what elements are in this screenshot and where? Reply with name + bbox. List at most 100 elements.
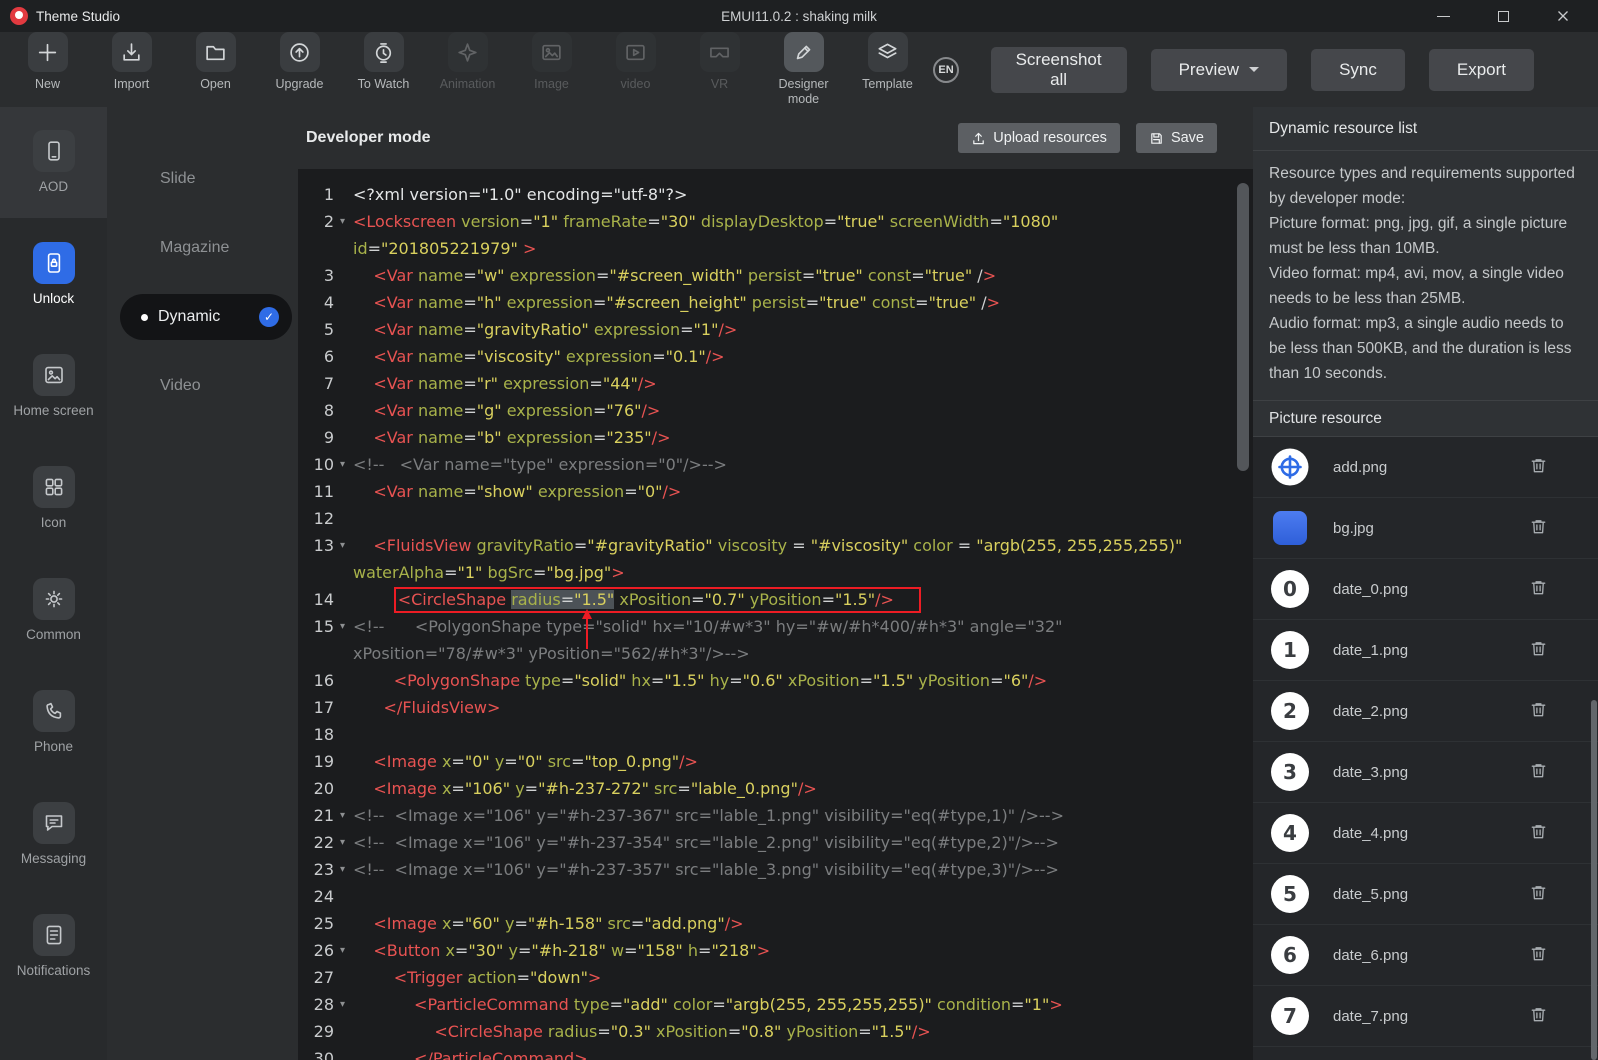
resource-item[interactable]: 5date_5.png <box>1253 864 1598 925</box>
code-line-13[interactable]: 13▾ <FluidsView gravityRatio="#gravityRa… <box>298 532 1253 586</box>
code-line-17[interactable]: 17 </FluidsView> <box>298 694 1253 721</box>
save-button[interactable]: Save <box>1136 123 1217 153</box>
toolbar-item-designer[interactable]: Designer mode <box>770 32 837 107</box>
resource-scrollbar[interactable] <box>1591 107 1597 1060</box>
digit-thumbnail: 1 <box>1271 631 1309 669</box>
sidebar-item-messaging[interactable]: Messaging <box>0 778 107 890</box>
delete-resource-button[interactable] <box>1527 881 1550 907</box>
code-line-2[interactable]: 2▾<Lockscreen version="1" frameRate="30"… <box>298 208 1253 262</box>
toolbar-item-import[interactable]: Import <box>98 32 165 107</box>
resource-item[interactable]: 7date_7.png <box>1253 986 1598 1047</box>
preview-button[interactable]: Preview <box>1151 49 1287 91</box>
resource-item[interactable]: 3date_3.png <box>1253 742 1598 803</box>
code-line-19[interactable]: 19 <Image x="0" y="0" src="top_0.png"/> <box>298 748 1253 775</box>
code-line-3[interactable]: 3 <Var name="w" expression="#screen_widt… <box>298 262 1253 289</box>
code-fold-icon[interactable]: ▾ <box>334 208 351 235</box>
code-line-23[interactable]: 23▾<!-- <Image x="106" y="#h-237-357" sr… <box>298 856 1253 883</box>
code-line-12[interactable]: 12 <box>298 505 1253 532</box>
code-fold-icon[interactable]: ▾ <box>334 937 351 964</box>
toolbar-item-open[interactable]: Open <box>182 32 249 107</box>
code-fold-icon[interactable]: ▾ <box>334 532 351 559</box>
screenshot-all-button[interactable]: Screenshot all <box>991 47 1127 93</box>
resource-item[interactable]: 4date_4.png <box>1253 803 1598 864</box>
delete-resource-button[interactable] <box>1527 1003 1550 1029</box>
code-line-10[interactable]: 10▾<!-- <Var name="type" expression="0"/… <box>298 451 1253 478</box>
code-line-28[interactable]: 28▾ <ParticleCommand type="add" color="a… <box>298 991 1253 1018</box>
code-fold-icon[interactable]: ▾ <box>334 991 351 1018</box>
code-line-16[interactable]: 16 <PolygonShape type="solid" hx="1.5" h… <box>298 667 1253 694</box>
scrollbar-thumb[interactable] <box>1591 700 1597 1060</box>
code-line-8[interactable]: 8 <Var name="g" expression="76"/> <box>298 397 1253 424</box>
subnav-item-magazine[interactable]: Magazine <box>107 225 298 271</box>
sync-button[interactable]: Sync <box>1311 49 1405 91</box>
code-line-30[interactable]: 30 </ParticleCommand> <box>298 1045 1253 1060</box>
sidebar-item-notifications[interactable]: Notifications <box>0 890 107 1002</box>
code-line-15[interactable]: 15▾<!-- <PolygonShape type="solid" hx="1… <box>298 613 1253 667</box>
delete-resource-button[interactable] <box>1527 942 1550 968</box>
code-line-1[interactable]: 1<?xml version="1.0" encoding="utf-8"?> <box>298 181 1253 208</box>
code-line-22[interactable]: 22▾<!-- <Image x="106" y="#h-237-354" sr… <box>298 829 1253 856</box>
code-line-5[interactable]: 5 <Var name="gravityRatio" expression="1… <box>298 316 1253 343</box>
code-line-27[interactable]: 27 <Trigger action="down"> <box>298 964 1253 991</box>
sidebar-item-home[interactable]: Home screen <box>0 330 107 442</box>
code-line-21[interactable]: 21▾<!-- <Image x="106" y="#h-237-367" sr… <box>298 802 1253 829</box>
delete-resource-button[interactable] <box>1527 698 1550 724</box>
code-line-11[interactable]: 11 <Var name="show" expression="0"/> <box>298 478 1253 505</box>
code-line-26[interactable]: 26▾ <Button x="30" y="#h-218" w="158" h=… <box>298 937 1253 964</box>
delete-resource-button[interactable] <box>1527 454 1550 480</box>
sidebar-item-common[interactable]: Common <box>0 554 107 666</box>
resource-item[interactable]: 2date_2.png <box>1253 681 1598 742</box>
code-line-20[interactable]: 20 <Image x="106" y="#h-237-272" src="la… <box>298 775 1253 802</box>
code-line-text: <PolygonShape type="solid" hx="1.5" hy="… <box>353 667 1201 694</box>
sidebar-item-aod[interactable]: AOD <box>0 107 107 218</box>
toolbar-item-label: VR <box>711 77 728 92</box>
subnav-item-dynamic[interactable]: Dynamic✓ <box>120 294 292 340</box>
code-fold-icon[interactable]: ▾ <box>334 802 351 829</box>
code-fold-icon[interactable]: ▾ <box>334 829 351 856</box>
toolbar-item-template[interactable]: Template <box>854 32 921 107</box>
delete-resource-button[interactable] <box>1527 515 1550 541</box>
language-badge[interactable]: EN <box>933 57 959 83</box>
code-line-25[interactable]: 25 <Image x="60" y="#h-158" src="add.png… <box>298 910 1253 937</box>
minimize-button[interactable] <box>1430 1 1456 31</box>
scrollbar-thumb[interactable] <box>1237 183 1249 471</box>
code-fold-icon[interactable]: ▾ <box>334 451 351 478</box>
toolbar-item-new[interactable]: New <box>14 32 81 107</box>
resource-item[interactable]: bg.jpg <box>1253 498 1598 559</box>
toolbar-item-label: Upgrade <box>276 77 324 92</box>
maximize-button[interactable] <box>1490 1 1516 31</box>
delete-resource-button[interactable] <box>1527 637 1550 663</box>
toolbar-item-upgrade[interactable]: Upgrade <box>266 32 333 107</box>
code-line-7[interactable]: 7 <Var name="r" expression="44"/> <box>298 370 1253 397</box>
export-button[interactable]: Export <box>1429 49 1534 91</box>
code-line-4[interactable]: 4 <Var name="h" expression="#screen_heig… <box>298 289 1253 316</box>
resource-item[interactable]: add.png <box>1253 437 1598 498</box>
close-button[interactable] <box>1550 1 1576 31</box>
delete-resource-button[interactable] <box>1527 759 1550 785</box>
code-editor[interactable]: 1<?xml version="1.0" encoding="utf-8"?>2… <box>298 169 1253 1060</box>
code-line-14[interactable]: 14 <CircleShape radius="1.5" xPosition="… <box>298 586 1253 613</box>
code-fold-icon[interactable]: ▾ <box>334 613 351 640</box>
upload-resources-button[interactable]: Upload resources <box>958 123 1120 153</box>
sidebar-item-icon[interactable]: Icon <box>0 442 107 554</box>
editor-scrollbar[interactable] <box>1237 175 1249 1054</box>
resource-item[interactable]: 0date_0.png <box>1253 559 1598 620</box>
code-line-9[interactable]: 9 <Var name="b" expression="235"/> <box>298 424 1253 451</box>
resource-item[interactable]: 6date_6.png <box>1253 925 1598 986</box>
code-fold-icon[interactable]: ▾ <box>334 856 351 883</box>
code-line-24[interactable]: 24 <box>298 883 1253 910</box>
code-line-18[interactable]: 18 <box>298 721 1253 748</box>
resource-item[interactable]: 1date_1.png <box>1253 620 1598 681</box>
subnav-item-slide[interactable]: Slide <box>107 156 298 202</box>
code-line-6[interactable]: 6 <Var name="viscosity" expression="0.1"… <box>298 343 1253 370</box>
sidebar-item-unlock[interactable]: Unlock <box>0 218 107 330</box>
subnav-item-video[interactable]: Video <box>107 363 298 409</box>
delete-resource-button[interactable] <box>1527 820 1550 846</box>
sidebar-item-phone[interactable]: Phone <box>0 666 107 778</box>
delete-resource-button[interactable] <box>1527 576 1550 602</box>
line-number: 4 <box>298 289 334 316</box>
code-line-29[interactable]: 29 <CircleShape radius="0.3" xPosition="… <box>298 1018 1253 1045</box>
toolbar-item-watch[interactable]: To Watch <box>350 32 417 107</box>
digit-thumbnail: 0 <box>1271 570 1309 608</box>
code-line-text: <CircleShape radius="1.5" xPosition="0.7… <box>353 586 1201 613</box>
